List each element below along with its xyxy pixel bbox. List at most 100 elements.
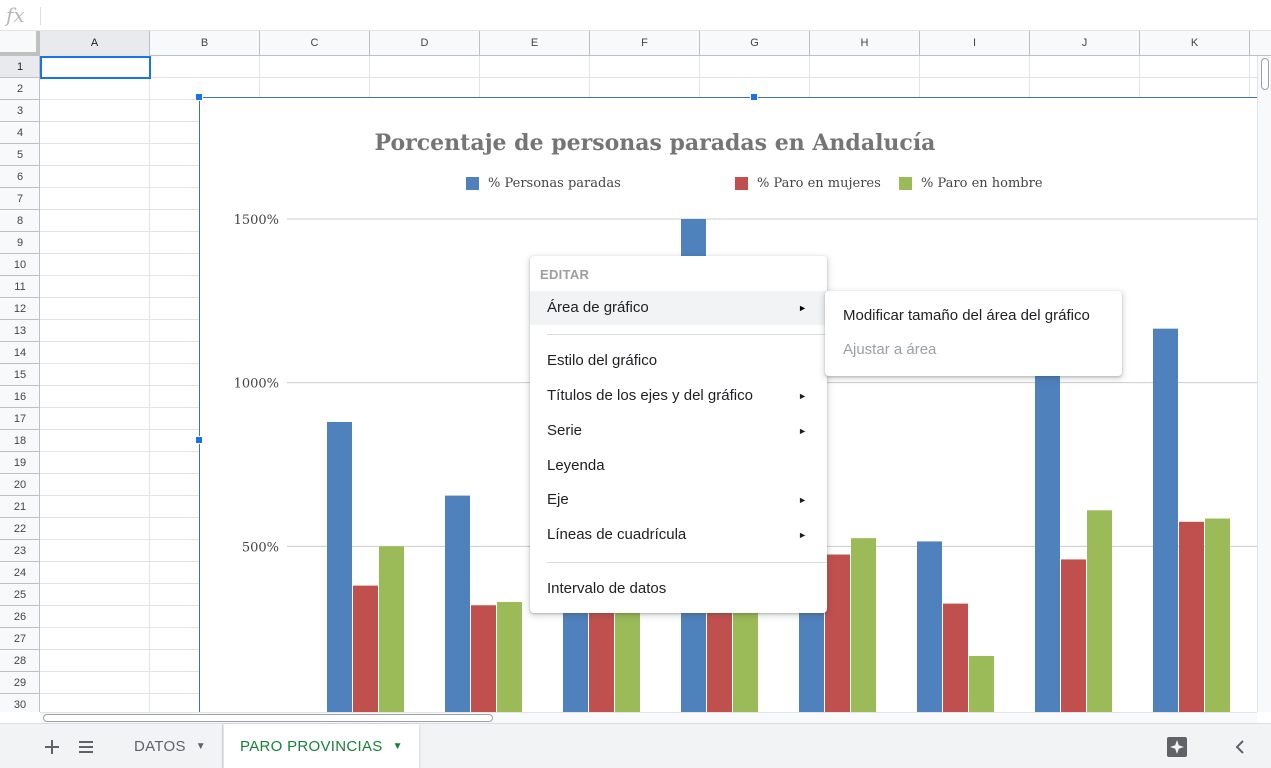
row-header-21[interactable]: 21: [0, 496, 39, 518]
column-header-b[interactable]: B: [150, 31, 260, 56]
plus-icon[interactable]: [38, 724, 66, 768]
column-header-d[interactable]: D: [370, 31, 480, 56]
row-header-1[interactable]: 1: [0, 56, 39, 78]
row-header-14[interactable]: 14: [0, 342, 39, 364]
menu-item-1[interactable]: Estilo del gráfico: [530, 344, 827, 378]
chart-resize-handle-top-left[interactable]: [195, 93, 203, 101]
menu-item-5[interactable]: Eje ►: [530, 483, 827, 517]
bar-series-2-group-0[interactable]: [379, 546, 404, 712]
bar-series-1-group-7[interactable]: [1179, 521, 1204, 712]
bar-series-1-group-1[interactable]: [471, 605, 496, 712]
row-header-bar: 1 2 3 4 5 6 7 8 9 10 11 12 13 14 15 16 17 18 19 20 21 22 23 24 2…: [0, 56, 40, 712]
row-header-22[interactable]: 22: [0, 518, 39, 540]
horizontal-scrollbar[interactable]: [40, 712, 1257, 723]
column-header-f[interactable]: F: [590, 31, 700, 56]
row-header-30[interactable]: 30: [0, 694, 39, 712]
bar-series-0-group-5[interactable]: [917, 541, 942, 712]
row-header-26[interactable]: 26: [0, 606, 39, 628]
row-header-6[interactable]: 6: [0, 166, 39, 188]
menu-item-3[interactable]: Serie ►: [530, 414, 827, 448]
menu-item-7[interactable]: Intervalo de datos: [530, 572, 827, 606]
legend-item-personas[interactable]: % Personas paradas: [466, 175, 621, 191]
menu-item-2[interactable]: Títulos de los ejes y del gráfico ►: [530, 379, 827, 413]
row-header-10[interactable]: 10: [0, 254, 39, 276]
chevron-left-icon[interactable]: [1228, 724, 1252, 768]
bar-series-1-group-4[interactable]: [825, 554, 850, 712]
chart-title[interactable]: Porcentaje de personas paradas en Andalu…: [275, 130, 1035, 156]
row-header-8[interactable]: 8: [0, 210, 39, 232]
row-header-24[interactable]: 24: [0, 562, 39, 584]
chart-resize-handle-top[interactable]: [750, 93, 758, 101]
bar-series-0-group-7[interactable]: [1153, 328, 1178, 712]
column-header-a[interactable]: A: [40, 31, 150, 56]
row-header-16[interactable]: 16: [0, 386, 39, 408]
column-header-h[interactable]: H: [810, 31, 920, 56]
bar-series-0-group-6[interactable]: [1035, 366, 1060, 712]
chart-context-menu: EDITAR Área de gráfico ► Estilo del gráfic…: [530, 256, 827, 613]
legend-item-hombre[interactable]: % Paro en hombre: [899, 175, 1043, 191]
row-header-3[interactable]: 3: [0, 100, 39, 122]
column-header-k[interactable]: K: [1140, 31, 1250, 56]
bar-series-2-group-7[interactable]: [1205, 518, 1230, 712]
bar-series-2-group-5[interactable]: [969, 655, 994, 712]
bar-series-1-group-0[interactable]: [353, 585, 378, 712]
row-header-17[interactable]: 17: [0, 408, 39, 430]
menu-item-6[interactable]: Líneas de cuadrícula ►: [530, 518, 827, 552]
tab-paro-provincias[interactable]: PARO PROVINCIAS ▼: [224, 724, 419, 768]
bar-series-0-group-1[interactable]: [445, 495, 470, 712]
bar-series-2-group-3[interactable]: [733, 605, 758, 712]
bar-series-2-group-1[interactable]: [497, 601, 522, 712]
column-header-e[interactable]: E: [480, 31, 590, 56]
chevron-down-icon[interactable]: ▼: [393, 741, 403, 752]
row-header-13[interactable]: 13: [0, 320, 39, 342]
formula-input[interactable]: [48, 6, 1248, 26]
row-header-4[interactable]: 4: [0, 122, 39, 144]
bar-series-0-group-0[interactable]: [327, 421, 352, 712]
row-header-23[interactable]: 23: [0, 540, 39, 562]
chevron-down-icon[interactable]: ▼: [196, 741, 206, 752]
column-header-i[interactable]: I: [920, 31, 1030, 56]
menu-separator: [547, 562, 827, 563]
row-header-11[interactable]: 11: [0, 276, 39, 298]
column-header-j[interactable]: J: [1030, 31, 1140, 56]
menu-item-label: Área de gráfico: [547, 299, 649, 316]
submenu-arrow-icon: ►: [798, 303, 807, 313]
bar-series-2-group-6[interactable]: [1087, 510, 1112, 712]
tab-datos[interactable]: DATOS ▼: [118, 724, 223, 768]
active-cell-a1[interactable]: [40, 56, 151, 79]
row-header-12[interactable]: 12: [0, 298, 39, 320]
row-header-2[interactable]: 2: [0, 78, 39, 100]
row-header-7[interactable]: 7: [0, 188, 39, 210]
explore-icon[interactable]: [1163, 724, 1191, 768]
chart-area-submenu: Modificar tamaño del área del gráfico Aju…: [825, 291, 1122, 376]
row-header-29[interactable]: 29: [0, 672, 39, 694]
menu-item-label: Estilo del gráfico: [547, 352, 658, 369]
bar-series-2-group-2[interactable]: [615, 605, 640, 712]
row-header-25[interactable]: 25: [0, 584, 39, 606]
vertical-scroll-thumb[interactable]: [1261, 58, 1269, 90]
row-header-9[interactable]: 9: [0, 232, 39, 254]
menu-item-4[interactable]: Leyenda: [530, 449, 827, 483]
list-icon[interactable]: [72, 724, 100, 768]
row-header-28[interactable]: 28: [0, 650, 39, 672]
submenu-item-0[interactable]: Modificar tamaño del área del gráfico: [825, 299, 1122, 333]
bar-series-1-group-5[interactable]: [943, 603, 968, 712]
bar-series-1-group-2[interactable]: [589, 600, 614, 712]
row-header-19[interactable]: 19: [0, 452, 39, 474]
row-header-5[interactable]: 5: [0, 144, 39, 166]
column-header-c[interactable]: C: [260, 31, 370, 56]
legend-item-mujeres[interactable]: % Paro en mujeres: [735, 175, 881, 191]
row-header-18[interactable]: 18: [0, 430, 39, 452]
menu-item-0[interactable]: Área de gráfico ►: [530, 291, 827, 325]
bar-series-1-group-6[interactable]: [1061, 559, 1086, 712]
vertical-scrollbar[interactable]: [1257, 56, 1271, 712]
bar-series-2-group-4[interactable]: [851, 538, 876, 712]
select-all-corner[interactable]: [0, 31, 40, 56]
column-header-g[interactable]: G: [700, 31, 810, 56]
row-header-20[interactable]: 20: [0, 474, 39, 496]
horizontal-scroll-thumb[interactable]: [43, 714, 493, 722]
formula-bar-divider: [40, 7, 41, 25]
row-header-15[interactable]: 15: [0, 364, 39, 386]
bar-series-0-group-2[interactable]: [563, 601, 588, 712]
row-header-27[interactable]: 27: [0, 628, 39, 650]
